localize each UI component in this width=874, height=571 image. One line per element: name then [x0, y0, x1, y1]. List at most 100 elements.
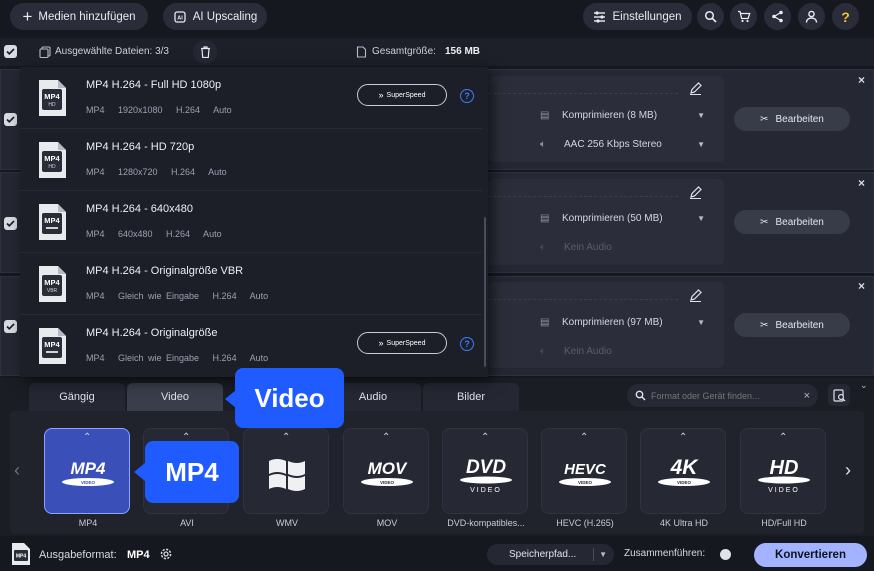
pencil-icon[interactable]: [689, 186, 702, 199]
tab-popular[interactable]: Gängig: [29, 383, 125, 411]
svg-text:MOV: MOV: [368, 459, 408, 478]
tab-images[interactable]: Bilder: [423, 383, 519, 411]
pencil-icon[interactable]: [689, 289, 702, 302]
cart-icon[interactable]: [730, 3, 757, 30]
share-icon[interactable]: [764, 3, 791, 30]
gear-icon[interactable]: [158, 546, 174, 562]
speaker-icon: 🔈︎: [540, 345, 546, 357]
close-icon[interactable]: ×: [858, 176, 865, 190]
format-tile-dvd[interactable]: ⌃ DVD VIDEO: [442, 428, 528, 514]
help-icon[interactable]: ?: [460, 89, 474, 103]
chevron-up-icon: ⌃: [83, 432, 92, 443]
preset-title: MP4 H.264 - Originalgröße: [86, 327, 218, 339]
preset-item[interactable]: MP4 VBR MP4 H.264 - Originalgröße VBR MP4…: [20, 253, 482, 315]
edit-button-1[interactable]: ✂ Bearbeiten: [734, 107, 850, 131]
edit-button-3[interactable]: ✂ Bearbeiten: [734, 313, 850, 337]
output-file-icon: MP4: [11, 542, 31, 566]
preset-meta: MP4 1280x720 H.264 Auto: [86, 167, 227, 177]
help-icon[interactable]: ?: [460, 337, 474, 351]
file-checkbox-3[interactable]: [4, 320, 17, 333]
output-format-value[interactable]: MP4: [127, 549, 150, 561]
svg-text:HEVC: HEVC: [564, 461, 607, 478]
file-checkbox-1[interactable]: [4, 113, 17, 126]
svg-text:DVD: DVD: [466, 457, 506, 478]
preset-item[interactable]: MP4 MP4 H.264 - 640x480 MP4 640x480 H.26…: [20, 191, 482, 253]
tab-label: Video: [161, 391, 189, 403]
chevron-down-icon: ▼: [697, 139, 705, 149]
preset-item[interactable]: MP4 HD MP4 H.264 - Full HD 1080p MP4 1920…: [20, 67, 482, 129]
select-all-checkbox[interactable]: [4, 45, 17, 58]
mp4-file-icon: MP4 VBR: [36, 265, 68, 303]
format-tile-4k[interactable]: ⌃ 4K VIDEO: [640, 428, 726, 514]
superspeed-badge: » SuperSpeed: [357, 332, 447, 354]
preset-item[interactable]: MP4 HD MP4 H.264 - HD 720p MP4 1280x720 H…: [20, 129, 482, 191]
save-path-dropdown[interactable]: Speicherpfad... ▼: [487, 544, 614, 565]
pencil-icon[interactable]: [689, 82, 702, 95]
clear-icon[interactable]: ×: [804, 390, 810, 402]
close-icon[interactable]: ×: [858, 73, 865, 87]
ai-upscaling-label: AI Upscaling: [192, 10, 258, 23]
format-search[interactable]: ×: [627, 384, 818, 407]
add-media-label: Medien hinzufügen: [38, 10, 136, 23]
ai-upscaling-button[interactable]: AI AI Upscaling: [163, 3, 267, 30]
preset-dropdown: MP4 HD MP4 H.264 - Full HD 1080p MP4 1920…: [20, 67, 488, 377]
compress-dropdown-1[interactable]: ▤ Komprimieren (8 MB) ▼: [540, 104, 705, 126]
settings-button[interactable]: Einstellungen: [583, 3, 692, 30]
format-tile-wmv[interactable]: ⌃: [243, 428, 329, 514]
mp4-file-icon: MP4 HD: [36, 141, 68, 179]
ai-chip-icon: AI: [173, 10, 187, 24]
svg-text:MP4: MP4: [44, 340, 60, 349]
audio-dropdown-2: 🔈︎ Kein Audio: [540, 236, 705, 258]
format-tile-mp4[interactable]: ⌃ MP4 VIDEO: [44, 428, 130, 514]
scroll-left-icon[interactable]: ‹: [14, 460, 20, 481]
add-media-button[interactable]: + Medien hinzufügen: [10, 3, 148, 30]
svg-text:VIDEO: VIDEO: [380, 480, 395, 485]
format-tile-hevc[interactable]: ⌃ HEVC VIDEO: [541, 428, 627, 514]
dropdown-scrollbar[interactable]: [484, 217, 486, 367]
file-checkbox-2[interactable]: [4, 217, 17, 230]
total-size-value: 156 MB: [445, 46, 481, 57]
audio-dropdown-3: 🔈︎ Kein Audio: [540, 340, 705, 362]
compress-dropdown-3[interactable]: ▤ Komprimieren (97 MB) ▼: [540, 311, 705, 333]
tooltip-arrow: [225, 390, 236, 408]
tab-video[interactable]: Video: [127, 383, 223, 411]
device-detect-icon[interactable]: [828, 384, 850, 406]
compress-dropdown-2[interactable]: ▤ Komprimieren (50 MB) ▼: [540, 207, 705, 229]
format-tile-mov[interactable]: ⌃ MOV VIDEO: [343, 428, 429, 514]
fast-forward-icon: »: [378, 338, 384, 348]
tooltip-text: MP4: [165, 456, 219, 487]
convert-button[interactable]: Konvertieren: [754, 543, 867, 567]
edit-button-2[interactable]: ✂ Bearbeiten: [734, 210, 850, 234]
mp4-logo: MP4 VIDEO: [62, 459, 114, 486]
merge-toggle[interactable]: [720, 549, 731, 560]
4k-logo: 4KVIDEO: [658, 456, 710, 486]
compress-icon: ▤: [540, 212, 550, 224]
settings-label: Einstellungen: [612, 10, 682, 23]
account-icon[interactable]: [798, 3, 825, 30]
svg-text:VIDEO: VIDEO: [768, 487, 800, 494]
svg-text:VIDEO: VIDEO: [81, 480, 96, 485]
format-search-input[interactable]: [651, 390, 791, 401]
collapse-chevron-icon[interactable]: ⌄: [860, 380, 868, 391]
chevron-up-icon: ⌃: [679, 432, 688, 443]
convert-label: Konvertieren: [775, 549, 846, 561]
selection-bar: Ausgewählte Dateien: 3/3 Gesamtgröße: 15…: [0, 38, 874, 66]
compress-label: Komprimieren (8 MB): [562, 109, 658, 121]
close-icon[interactable]: ×: [858, 279, 865, 293]
superspeed-label: SuperSpeed: [386, 339, 426, 347]
svg-text:MP4: MP4: [44, 92, 60, 101]
superspeed-label: SuperSpeed: [386, 91, 426, 99]
video-tooltip: Video: [235, 368, 344, 428]
search-icon[interactable]: [697, 3, 724, 30]
hevc-logo: HEVC VIDEO: [559, 461, 611, 486]
edit-label: Bearbeiten: [775, 319, 824, 331]
superspeed-badge: » SuperSpeed: [357, 84, 447, 106]
preset-title: MP4 H.264 - 640x480: [86, 203, 194, 215]
delete-trash-icon[interactable]: [193, 40, 217, 64]
help-question-icon[interactable]: ?: [832, 3, 859, 30]
scroll-right-icon[interactable]: ›: [845, 460, 851, 481]
format-tile-hd[interactable]: ⌃ HD VIDEO: [740, 428, 826, 514]
audio-dropdown-1[interactable]: 🔈︎ AAC 256 Kbps Stereo ▼: [540, 133, 705, 155]
compress-icon: ▤: [540, 316, 550, 328]
audio-label: Kein Audio: [564, 345, 612, 357]
